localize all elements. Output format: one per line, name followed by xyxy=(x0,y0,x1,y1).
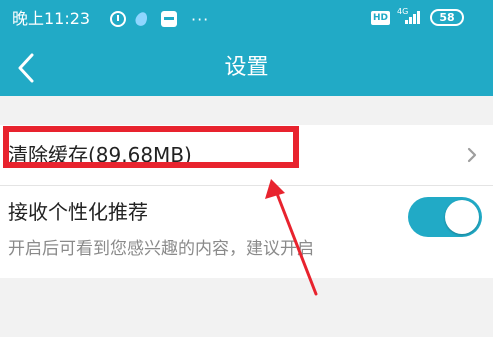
app-icon xyxy=(161,11,177,27)
recommendation-toggle[interactable] xyxy=(408,197,482,237)
page-title: 设置 xyxy=(224,55,269,80)
hd-badge: HD xyxy=(371,11,391,25)
recommendation-description: 开启后可看到您感兴趣的内容，建议开启 xyxy=(8,239,314,259)
clear-cache-row[interactable]: 清除缓存(89.68MB) xyxy=(0,125,493,186)
more-notifications-icon: ··· xyxy=(191,9,210,29)
drop-icon xyxy=(133,10,150,28)
recommendation-row: 接收个性化推荐 开启后可看到您感兴趣的内容，建议开启 xyxy=(0,186,493,278)
signal-icon xyxy=(405,10,421,24)
status-bar: 晚上11:23 ··· HD 4G 58 xyxy=(0,0,493,40)
status-icons-left: ··· xyxy=(110,8,209,30)
top-app-bar: 设置 xyxy=(0,40,493,96)
battery-icon: 58 xyxy=(430,9,464,26)
recommendation-title: 接收个性化推荐 xyxy=(8,200,148,224)
clear-cache-label: 清除缓存(89.68MB) xyxy=(8,143,192,167)
alarm-icon xyxy=(110,11,126,27)
settings-list: 清除缓存(89.68MB) 接收个性化推荐 开启后可看到您感兴趣的内容，建议开启 xyxy=(0,125,493,278)
status-time: 晚上11:23 xyxy=(12,9,91,28)
toggle-knob xyxy=(445,200,479,234)
chevron-right-icon xyxy=(467,147,477,163)
